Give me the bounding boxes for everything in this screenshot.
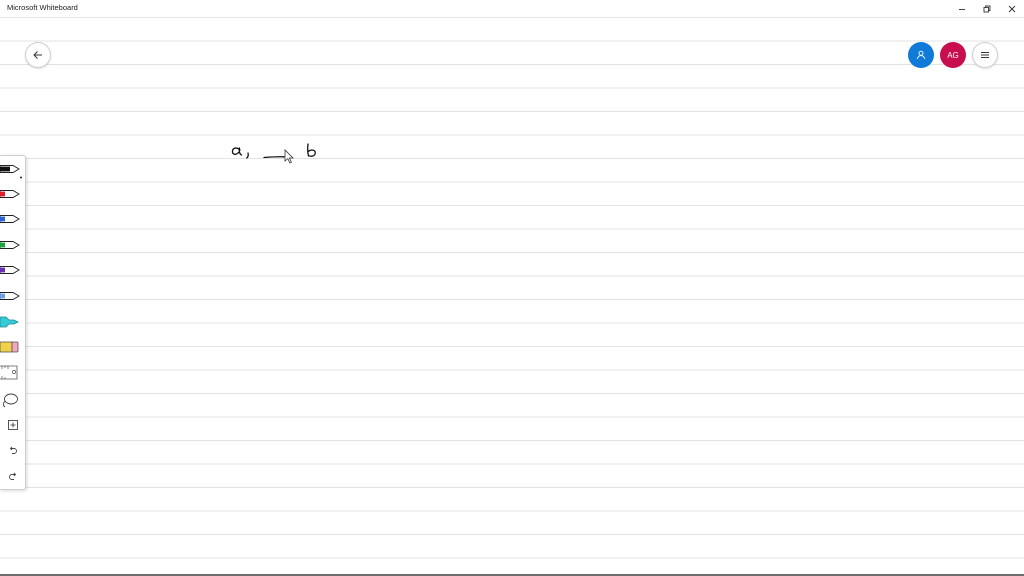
menu-button[interactable] — [972, 42, 998, 68]
hamburger-icon — [981, 52, 989, 58]
tool-highlighter[interactable] — [0, 310, 25, 334]
inking-toolbar — [0, 155, 26, 490]
purple-pen-icon — [0, 266, 20, 274]
highlighter-icon — [0, 316, 19, 328]
restore-icon — [983, 5, 991, 12]
lasso-icon — [3, 393, 18, 408]
tool-purple-pen[interactable] — [0, 258, 25, 282]
red-pen-icon — [0, 190, 20, 198]
tool-green-pen[interactable] — [0, 233, 25, 257]
ruler-icon — [0, 365, 18, 380]
back-button[interactable] — [25, 42, 51, 68]
undo-icon — [9, 446, 17, 454]
close-icon — [1008, 5, 1016, 12]
ink-letter-b — [307, 143, 316, 157]
tool-add[interactable] — [0, 413, 25, 437]
mouse-cursor-icon — [284, 149, 294, 164]
close-button[interactable] — [999, 0, 1024, 17]
title-bar: Microsoft Whiteboard — [0, 0, 1024, 18]
light-blue-pen-icon — [0, 292, 20, 300]
user-avatar[interactable]: AG — [940, 42, 966, 68]
avatar-initials: AG — [947, 50, 959, 60]
black-pen-icon — [0, 165, 22, 179]
minimize-icon — [959, 8, 965, 10]
tool-light-blue-pen[interactable] — [0, 284, 25, 308]
window-title: Microsoft Whiteboard — [7, 3, 78, 12]
eraser-icon — [0, 341, 19, 353]
tool-eraser[interactable] — [0, 335, 25, 359]
invite-button[interactable] — [908, 42, 934, 68]
arrow-left-icon — [33, 51, 42, 59]
green-pen-icon — [0, 241, 20, 249]
tool-lasso[interactable] — [0, 387, 25, 411]
tool-undo[interactable] — [0, 438, 25, 462]
whiteboard-canvas[interactable] — [0, 18, 1024, 574]
ink-strokes[interactable] — [225, 138, 335, 168]
redo-icon — [8, 472, 16, 480]
tool-redo[interactable] — [0, 464, 25, 488]
plus-square-icon — [7, 420, 18, 430]
person-icon — [916, 50, 926, 60]
ink-dash — [263, 156, 285, 159]
minimize-button[interactable] — [949, 0, 975, 17]
blue-pen-icon — [0, 215, 20, 223]
tool-blue-pen[interactable] — [0, 207, 25, 231]
tool-black-pen[interactable] — [0, 157, 25, 181]
whiteboard-app: Microsoft Whiteboard AG — [0, 0, 1024, 576]
ink-comma — [246, 152, 249, 159]
restore-button[interactable] — [974, 0, 1000, 17]
ink-letter-a — [231, 147, 243, 156]
tool-red-pen[interactable] — [0, 182, 25, 206]
tool-ruler[interactable] — [0, 361, 25, 385]
